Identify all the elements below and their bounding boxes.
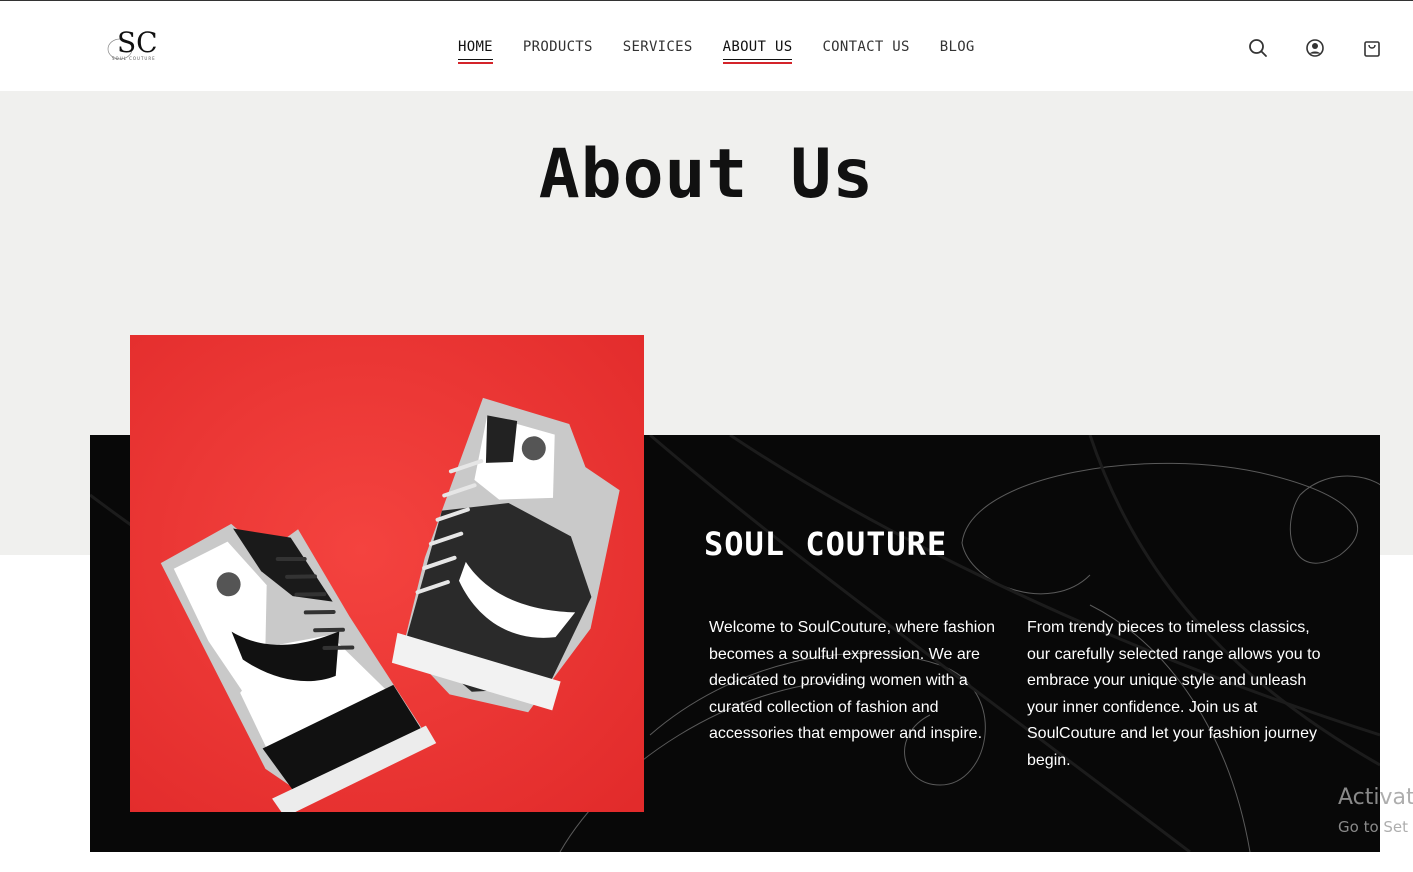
svg-text:SOUL COUTURE: SOUL COUTURE [112, 56, 156, 61]
nav-products[interactable]: PRODUCTS [523, 37, 593, 61]
svg-text:SC: SC [117, 26, 158, 59]
sneakers-image [130, 335, 644, 812]
about-paragraph-1: Welcome to SoulCouture, where fashion be… [709, 619, 996, 742]
nav-home[interactable]: HOME [458, 37, 493, 64]
sneaker-photo [130, 335, 644, 812]
shopping-bag-icon[interactable] [1361, 37, 1383, 59]
watermark-line-2: Go to Set [1338, 818, 1409, 836]
brand-logo[interactable]: SC SOUL COUTURE [104, 25, 164, 67]
nav-services[interactable]: SERVICES [623, 37, 693, 61]
site-header: SC SOUL COUTURE HOME PRODUCTS SERVICES A… [0, 1, 1413, 91]
nav-contact-us[interactable]: CONTACT US [822, 37, 909, 61]
brand-heading: SOUL COUTURE [704, 525, 948, 563]
account-icon[interactable] [1304, 37, 1326, 59]
logo-mark-icon: SC SOUL COUTURE [107, 26, 158, 61]
windows-activation-watermark: Activat Go to Set [1338, 783, 1413, 841]
header-actions [1247, 37, 1413, 59]
nav-about-us[interactable]: ABOUT US [722, 37, 793, 64]
nav-blog[interactable]: BLOG [940, 37, 975, 61]
about-paragraph-2: From trendy pieces to timeless classics,… [1027, 619, 1321, 769]
watermark-line-1: Activat [1338, 785, 1413, 810]
main-nav: HOME PRODUCTS SERVICES ABOUT US CONTACT … [458, 37, 1005, 64]
search-icon[interactable] [1247, 37, 1269, 59]
page-title: About Us [538, 135, 875, 214]
